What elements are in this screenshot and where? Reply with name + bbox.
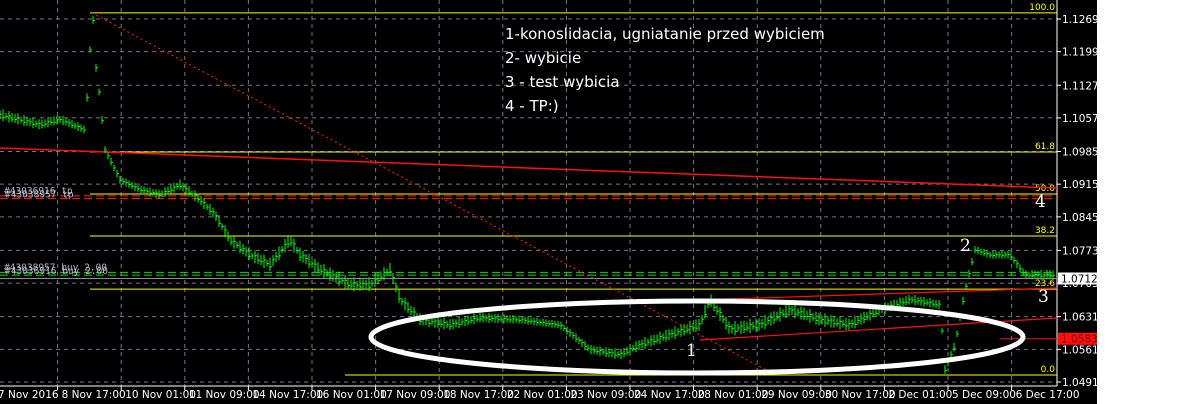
fib-level-label: 38.2 <box>1035 226 1055 236</box>
y-tick-label: 1.09850 <box>1062 147 1097 159</box>
y-tick-label: 1.09150 <box>1062 179 1097 191</box>
y-tick-label: 1.10570 <box>1062 113 1097 125</box>
fib-level-label: 0.0 <box>1041 365 1056 375</box>
resistance-trendline <box>0 147 1058 189</box>
x-tick-label: 28 Nov 01:00 <box>698 389 769 401</box>
y-tick-label: 1.04910 <box>1062 377 1097 389</box>
x-tick-label: 10 Nov 01:00 <box>125 389 196 401</box>
breakout-trendline <box>699 287 1058 301</box>
order-label: #43036916 buy 2.00 <box>5 266 108 277</box>
x-tick-label: 22 Nov 01:00 <box>507 389 578 401</box>
x-tick-label: 2 Dec 01:00 <box>888 389 952 401</box>
x-tick-label: 29 Nov 09:00 <box>761 389 832 401</box>
x-tick-label: 6 Dec 17:00 <box>1016 389 1080 401</box>
x-tick-label: 16 Nov 01:00 <box>316 389 387 401</box>
y-tick-label: 1.11990 <box>1062 47 1097 59</box>
x-tick-label: 24 Nov 17:00 <box>634 389 705 401</box>
marker-3: 3 <box>1038 287 1049 307</box>
current-price-label: 1.07128 <box>1061 274 1097 286</box>
x-tick-label: 14 Nov 17:00 <box>252 389 323 401</box>
annotation-line-4: 4 - TP:) <box>505 97 559 115</box>
y-tick-label: 1.12690 <box>1062 14 1097 26</box>
x-tick-label: 8 Nov 17:00 <box>62 389 126 401</box>
marker-1: 1 <box>686 341 697 361</box>
support-trendline <box>699 317 1058 341</box>
fib-level-label: 61.8 <box>1035 142 1055 152</box>
x-tick-label: 18 Nov 17:00 <box>443 389 514 401</box>
consolidation-ellipse <box>368 298 1026 376</box>
y-tick-label: 1.08450 <box>1062 212 1097 224</box>
x-tick-label: 23 Nov 09:00 <box>570 389 641 401</box>
marker-4: 4 <box>1035 192 1046 212</box>
x-tick-label: 5 Dec 09:00 <box>952 389 1016 401</box>
annotation-line-3: 3 - test wybicia <box>505 73 620 91</box>
order-label: #43038957 tp <box>5 190 74 201</box>
annotation-line-2: 2- wybicie <box>505 49 582 67</box>
x-tick-label: 17 Nov 09:00 <box>380 389 451 401</box>
y-tick-label: 1.05610 <box>1062 344 1097 356</box>
y-tick-label: 1.07730 <box>1062 245 1097 257</box>
y-tick-label: 1.06310 <box>1062 312 1097 324</box>
ask-price-label: 1.05837 <box>1061 334 1097 346</box>
x-tick-label: 11 Nov 09:00 <box>189 389 260 401</box>
annotation-text: 1-konoslidacia, ugniatanie przed wybicie… <box>505 22 825 118</box>
fib-level-label: 100.0 <box>1029 3 1055 13</box>
annotation-line-1: 1-konoslidacia, ugniatanie przed wybicie… <box>505 25 825 43</box>
y-tick-label: 1.11270 <box>1062 80 1097 92</box>
marker-2: 2 <box>960 236 971 256</box>
x-tick-label: 7 Nov 2016 <box>0 389 59 401</box>
price-chart[interactable]: 1.12690 1.11990 1.11270 1.10570 1.09850 1.091… <box>0 0 1097 404</box>
x-tick-label: 30 Nov 17:00 <box>825 389 896 401</box>
